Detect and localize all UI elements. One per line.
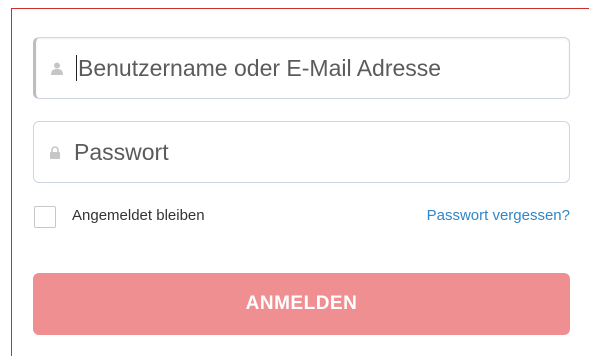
text-cursor [76,55,77,81]
username-field[interactable] [33,37,570,99]
user-icon [50,61,64,75]
forgot-password-link[interactable]: Passwort vergessen? [427,207,570,224]
remember-checkbox[interactable] [34,206,56,228]
username-input[interactable] [78,54,518,82]
top-cutoff-text [0,0,590,8]
remember-label[interactable]: Angemeldet bleiben [72,207,205,224]
password-input[interactable] [74,138,514,166]
password-field[interactable] [33,121,570,183]
login-button[interactable]: ANMELDEN [33,273,570,335]
lock-icon [48,145,62,159]
